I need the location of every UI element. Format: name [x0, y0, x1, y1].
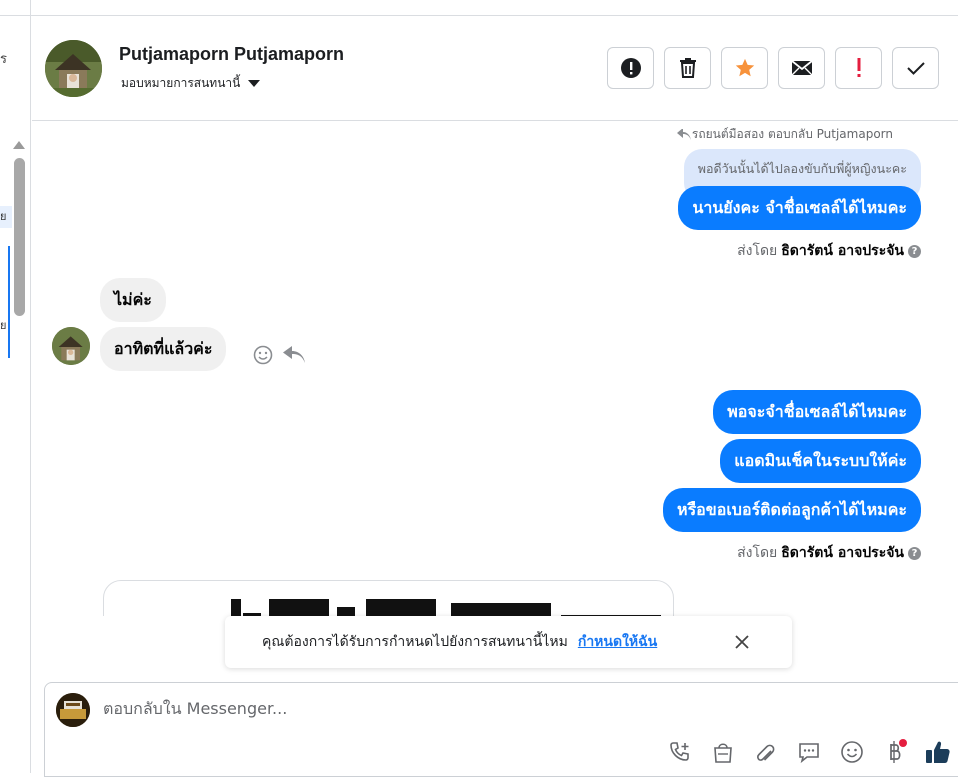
contact-avatar-small[interactable]: [52, 327, 90, 365]
reply-input[interactable]: [103, 699, 663, 718]
help-icon[interactable]: ?: [908, 244, 921, 258]
outgoing-message[interactable]: หรือขอเบอร์ติดต่อลูกค้าได้ไหมคะ: [663, 488, 921, 532]
list-text-fragment: ร: [0, 52, 7, 67]
like-button[interactable]: [924, 738, 952, 766]
assign-label: มอบหมายการสนทนานี้: [121, 76, 241, 90]
outgoing-message[interactable]: นานยังคะ จำชื่อเซลล์ได้ไหมคะ: [678, 186, 921, 230]
alert-button[interactable]: [607, 47, 654, 89]
outgoing-message[interactable]: พอจะจำชื่อเซลล์ได้ไหมคะ: [713, 390, 921, 434]
reply-context-text: รถยนต์มือสอง ตอบกลับ Putjamaporn: [691, 127, 893, 141]
page-avatar: [56, 693, 90, 727]
star-button[interactable]: [721, 47, 768, 89]
contact-avatar[interactable]: [45, 40, 102, 97]
conversation-header: Putjamaporn Putjamaporn มอบหมายการสนทนาน…: [32, 16, 958, 121]
phone-add-icon: [670, 742, 689, 761]
call-button[interactable]: [666, 738, 694, 766]
list-item-selected-fragment[interactable]: ย: [0, 206, 12, 228]
header-actions: [607, 47, 939, 89]
done-button[interactable]: [892, 47, 939, 89]
assign-conversation-dropdown[interactable]: มอบหมายการสนทนานี้: [121, 74, 261, 93]
emoji-icon: [841, 741, 863, 763]
sent-by-label: ส่งโดย: [737, 243, 778, 259]
shopping-bag-icon: [714, 743, 732, 763]
sent-by-info: ส่งโดย ธิดารัตน์ อาจประจัน ?: [737, 542, 921, 564]
exclamation-icon: [857, 58, 860, 77]
message-actions: [253, 345, 305, 365]
check-icon: [906, 62, 925, 75]
scrollbar-thumb[interactable]: [14, 158, 25, 316]
emoji-react-icon[interactable]: [253, 345, 273, 365]
shop-button[interactable]: [709, 738, 737, 766]
envelope-icon: [790, 60, 813, 76]
incoming-message[interactable]: อาทิตที่แล้วค่ะ: [100, 327, 227, 371]
close-icon[interactable]: [733, 633, 751, 651]
payment-button[interactable]: [881, 738, 909, 766]
reply-composer: [44, 682, 958, 777]
composer-toolbar: [666, 738, 952, 766]
sent-by-name: ธิดารัตน์ อาจประจัน: [781, 545, 904, 561]
delete-button[interactable]: [664, 47, 711, 89]
trash-icon: [679, 58, 696, 78]
alert-circle-icon: [620, 58, 641, 78]
incoming-message[interactable]: ไม่ค่ะ: [100, 278, 166, 322]
contact-name: Putjamaporn Putjamaporn: [119, 44, 345, 64]
image-preview: [231, 599, 661, 616]
attach-button[interactable]: [752, 738, 780, 766]
reply-arrow-icon: [676, 128, 691, 140]
scroll-up-arrow-icon[interactable]: [13, 141, 25, 149]
mark-unread-button[interactable]: [778, 47, 825, 89]
sent-by-label: ส่งโดย: [737, 545, 778, 561]
star-icon: [735, 58, 754, 77]
important-button[interactable]: [835, 47, 882, 89]
message-thread: รถยนต์มือสอง ตอบกลับ Putjamaporn พอดีวัน…: [32, 121, 958, 616]
image-attachment[interactable]: [103, 580, 674, 616]
outgoing-message[interactable]: แอดมินเช็คในระบบให้ค่ะ: [720, 439, 921, 483]
reply-icon[interactable]: [283, 346, 305, 364]
saved-replies-button[interactable]: [795, 738, 823, 766]
thumbs-up-icon: [926, 741, 950, 763]
sent-by-info: ส่งโดย ธิดารัตน์ อาจประจัน ?: [737, 240, 921, 262]
assign-toast: คุณต้องการได้รับการกำหนดไปยังการสนทนานี้…: [225, 616, 792, 668]
emoji-button[interactable]: [838, 738, 866, 766]
sent-by-name: ธิดารัตน์ อาจประจัน: [781, 243, 904, 259]
reply-context: รถยนต์มือสอง ตอบกลับ Putjamaporn: [676, 125, 893, 144]
notification-dot: [899, 739, 907, 747]
conversation-list-panel: ร ย ย: [0, 0, 31, 773]
help-icon[interactable]: ?: [908, 546, 921, 560]
chevron-down-icon: [248, 80, 261, 87]
toast-message: คุณต้องการได้รับการกำหนดไปยังการสนทนานี้…: [262, 634, 568, 650]
selected-indicator: [8, 246, 10, 358]
assign-to-me-link[interactable]: กำหนดให้ฉัน: [578, 631, 657, 653]
chat-bubble-icon: [799, 743, 819, 764]
list-text-fragment: ย: [0, 319, 7, 332]
paperclip-icon: [757, 744, 775, 761]
